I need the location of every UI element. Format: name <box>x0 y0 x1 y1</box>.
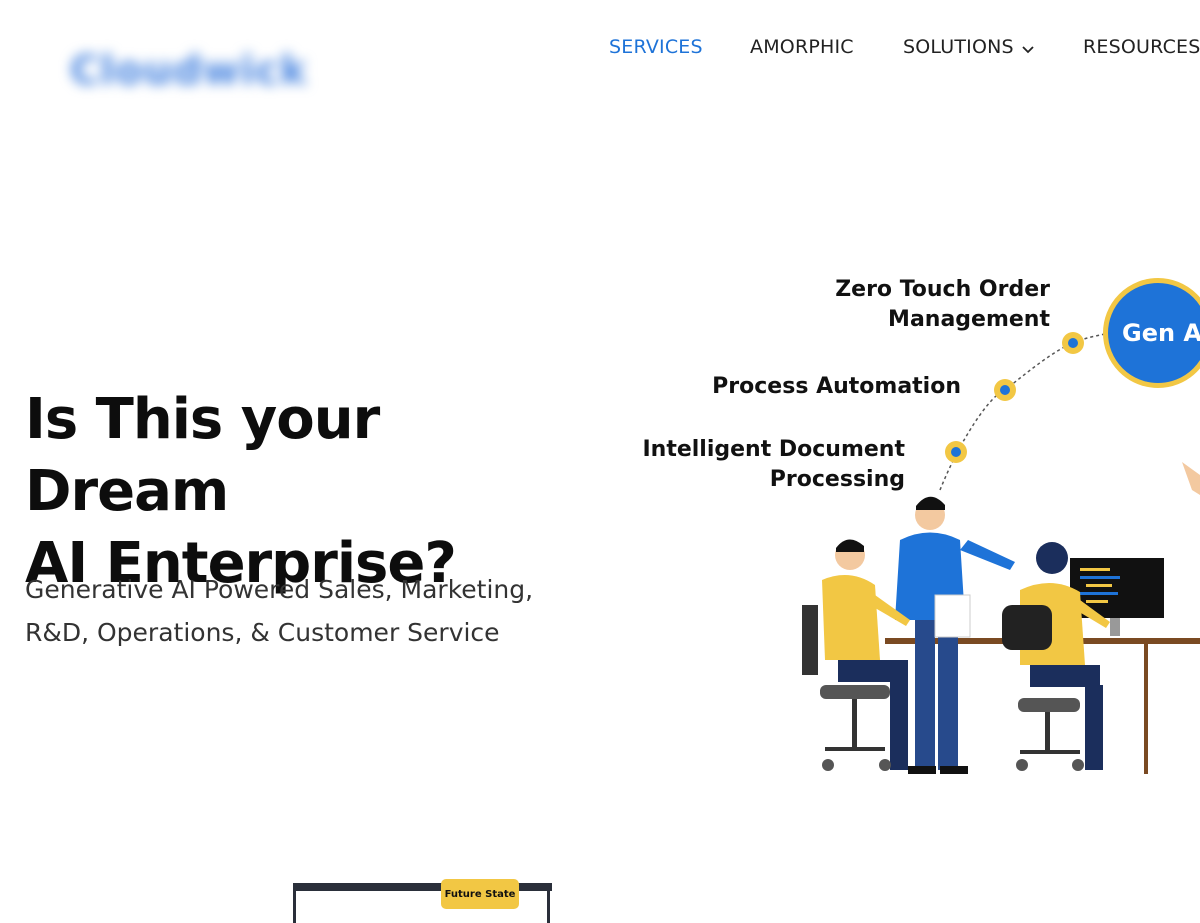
page: Cloudwick SERVICES AMORPHIC SOLUTIONS RE… <box>0 0 1200 923</box>
team-illustration <box>802 462 1200 774</box>
future-state-label: Future State <box>444 888 516 900</box>
future-state-tag: Future State <box>441 879 519 909</box>
